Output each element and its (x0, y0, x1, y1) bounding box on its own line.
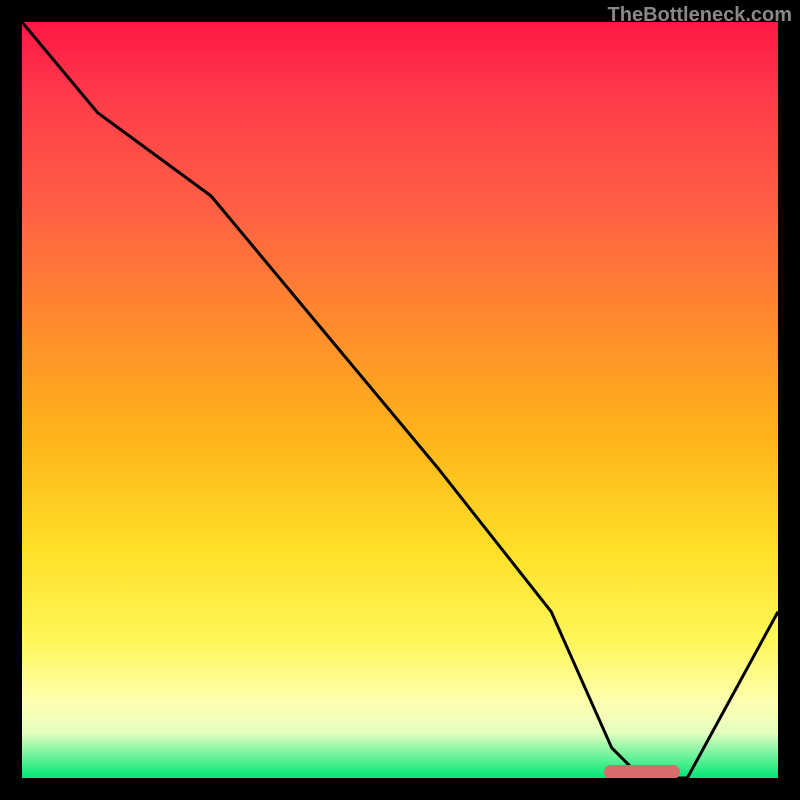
watermark-text: TheBottleneck.com (608, 4, 792, 27)
plot-area (22, 22, 778, 778)
line-chart (22, 22, 778, 778)
optimal-zone-marker (604, 765, 680, 778)
curve-path (22, 22, 778, 778)
